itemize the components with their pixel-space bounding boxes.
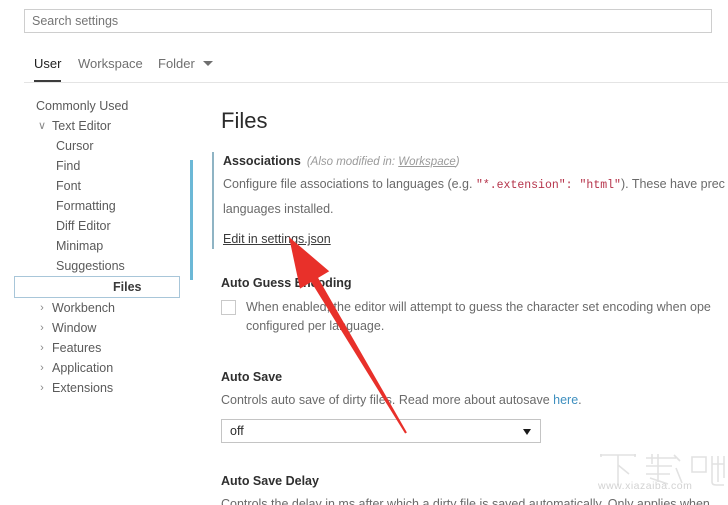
chevron-right-icon[interactable]: › xyxy=(34,298,50,318)
sidebar-item-label: Window xyxy=(52,321,97,335)
setting-auto-guess-encoding-header: Auto Guess Encoding xyxy=(221,274,728,292)
sidebar-item-cursor[interactable]: Cursor xyxy=(0,136,196,156)
setting-associations-note: (Also modified in: Workspace) xyxy=(307,156,460,168)
setting-auto-save-delay: Auto Save Delay Controls the delay in ms… xyxy=(212,472,728,505)
sidebar-scrollbar[interactable] xyxy=(190,160,193,280)
settings-scope-tabs: User Workspace Folder xyxy=(0,50,728,84)
auto-guess-encoding-description-line2: configured per language. xyxy=(246,319,385,333)
chevron-down-icon xyxy=(523,429,531,435)
page-title: Files xyxy=(221,108,268,133)
sidebar-item-label: Font xyxy=(56,179,82,193)
setting-auto-save: Auto Save Controls auto save of dirty fi… xyxy=(212,368,728,443)
settings-content: Files Associations (Also modified in: Wor… xyxy=(210,96,728,505)
chevron-down-icon[interactable] xyxy=(203,61,213,66)
sidebar-item-label: Minimap xyxy=(56,239,104,253)
auto-save-desc-suffix: . xyxy=(578,393,582,407)
tab-user-label: User xyxy=(34,56,62,71)
sidebar-item-label: Find xyxy=(56,159,81,173)
sidebar-item-diff-editor[interactable]: Diff Editor xyxy=(0,216,196,236)
setting-auto-save-title: Auto Save xyxy=(221,370,283,384)
sidebar-item-extensions[interactable]: › Extensions xyxy=(0,378,196,398)
auto-guess-encoding-checkbox[interactable] xyxy=(221,300,236,315)
chevron-down-icon[interactable]: ∨ xyxy=(34,116,50,136)
sidebar-item-minimap[interactable]: Minimap xyxy=(0,236,196,256)
search-bar xyxy=(0,0,728,42)
sidebar-item-label: Features xyxy=(52,341,102,355)
sidebar-item-label: Suggestions xyxy=(56,259,125,273)
note-suffix: ) xyxy=(455,156,460,168)
edit-in-settings-json-link[interactable]: Edit in settings.json xyxy=(223,232,331,246)
desc-code2: "html" xyxy=(579,179,621,192)
setting-auto-guess-encoding-title: Auto Guess Encoding xyxy=(221,276,352,290)
sidebar-item-label: Application xyxy=(52,361,114,375)
setting-auto-save-delay-header: Auto Save Delay xyxy=(221,472,728,490)
sidebar-item-text-editor[interactable]: ∨ Text Editor xyxy=(0,116,196,136)
chevron-right-icon[interactable]: › xyxy=(34,338,50,358)
setting-auto-guess-encoding: Auto Guess Encoding When enabled, the ed… xyxy=(212,274,728,336)
sidebar-item-label: Commonly Used xyxy=(36,99,129,113)
sidebar-item-features[interactable]: › Features xyxy=(0,338,196,358)
sidebar-item-commonly-used[interactable]: Commonly Used xyxy=(0,96,196,116)
sidebar-item-label: Diff Editor xyxy=(56,219,111,233)
tab-folder[interactable]: Folder xyxy=(158,50,195,78)
sidebar-item-label: Cursor xyxy=(56,139,94,153)
search-input[interactable] xyxy=(24,9,712,33)
desc-part2: ). These have prec xyxy=(620,177,725,191)
sidebar-item-application[interactable]: › Application xyxy=(0,358,196,378)
workspace-link[interactable]: Workspace xyxy=(398,156,456,168)
chevron-right-icon[interactable]: › xyxy=(34,358,50,378)
setting-auto-save-delay-description: Controls the delay in ms after which a d… xyxy=(221,497,710,505)
sidebar-item-label: Files xyxy=(113,280,142,294)
auto-guess-encoding-description-line1: When enabled, the editor will attempt to… xyxy=(246,300,711,314)
setting-associations-header: Associations (Also modified in: Workspace… xyxy=(223,152,728,170)
sidebar-item-label: Workbench xyxy=(52,301,115,315)
tab-workspace[interactable]: Workspace xyxy=(78,50,143,78)
sidebar-item-find[interactable]: Find xyxy=(0,156,196,176)
setting-associations: Associations (Also modified in: Workspace… xyxy=(212,152,728,249)
tab-folder-label: Folder xyxy=(158,56,195,71)
tab-workspace-label: Workspace xyxy=(78,56,143,71)
desc-code1: "*.extension": xyxy=(475,179,573,192)
sidebar-item-suggestions[interactable]: Suggestions xyxy=(0,256,196,276)
note-prefix: (Also modified in: xyxy=(306,156,399,168)
setting-auto-save-delay-title: Auto Save Delay xyxy=(221,474,319,488)
auto-save-desc-prefix: Controls auto save of dirty files. Read … xyxy=(221,393,554,407)
setting-associations-description: Configure file associations to languages… xyxy=(223,175,728,195)
sidebar-item-workbench[interactable]: › Workbench xyxy=(0,298,196,318)
auto-save-select[interactable]: off xyxy=(221,419,541,443)
chevron-right-icon[interactable]: › xyxy=(34,318,50,338)
chevron-right-icon[interactable]: › xyxy=(34,378,50,398)
setting-auto-save-description: Controls auto save of dirty files. Read … xyxy=(221,391,728,410)
setting-associations-title: Associations xyxy=(223,154,301,168)
tab-user[interactable]: User xyxy=(34,50,62,82)
sidebar-item-formatting[interactable]: Formatting xyxy=(0,196,196,216)
sidebar-item-font[interactable]: Font xyxy=(0,176,196,196)
tabs-divider xyxy=(24,82,728,83)
setting-auto-save-header: Auto Save xyxy=(221,368,728,386)
auto-guess-encoding-checkbox-row: When enabled, the editor will attempt to… xyxy=(221,298,728,336)
sidebar-item-window[interactable]: › Window xyxy=(0,318,196,338)
sidebar-item-label: Text Editor xyxy=(52,119,112,133)
setting-associations-description-line2: languages installed. xyxy=(223,202,334,216)
sidebar-item-label: Formatting xyxy=(56,199,116,213)
sidebar-item-label: Extensions xyxy=(52,381,114,395)
autosave-here-link[interactable]: here xyxy=(553,393,578,407)
sidebar-item-files[interactable]: Files xyxy=(14,276,180,298)
desc-part1: Configure file associations to languages… xyxy=(223,177,476,191)
settings-tree-sidebar[interactable]: Commonly Used ∨ Text Editor Cursor Find Font F… xyxy=(0,96,196,505)
auto-save-select-value: off xyxy=(230,424,244,438)
